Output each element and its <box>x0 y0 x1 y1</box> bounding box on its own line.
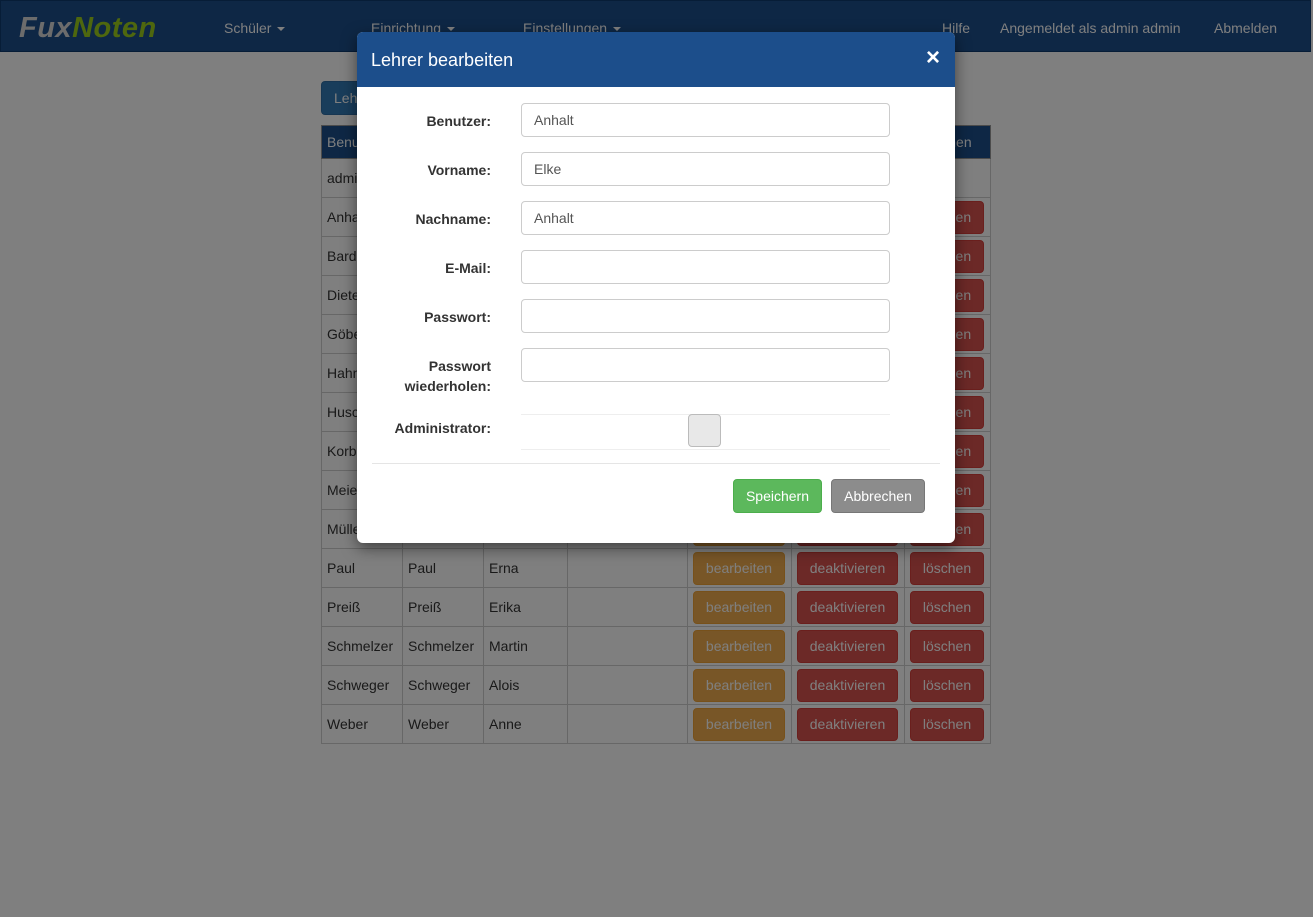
password-label: Passwort: <box>424 309 491 325</box>
edit-teacher-dialog: Lehrer bearbeiten × Benutzer: Vorname: N… <box>357 32 955 543</box>
save-button[interactable]: Speichern <box>733 479 822 513</box>
username-field[interactable] <box>521 103 890 137</box>
email-field[interactable] <box>521 250 890 284</box>
admin-toggle-knob[interactable] <box>688 414 721 447</box>
cancel-button[interactable]: Abbrechen <box>831 479 925 513</box>
admin-label: Administrator: <box>394 420 491 436</box>
firstname-label: Vorname: <box>427 162 491 178</box>
lastname-label: Nachname: <box>415 211 491 227</box>
email-label: E-Mail: <box>445 260 491 276</box>
password-field[interactable] <box>521 299 890 333</box>
modal-header: Lehrer bearbeiten × <box>357 32 955 87</box>
password-repeat-field[interactable] <box>521 348 890 382</box>
close-icon[interactable]: × <box>926 45 940 71</box>
username-label: Benutzer: <box>426 113 491 129</box>
password-repeat-label: Passwort wiederholen: <box>404 358 491 394</box>
modal-title: Lehrer bearbeiten <box>371 50 514 70</box>
modal-footer-divider <box>372 463 940 464</box>
lastname-field[interactable] <box>521 201 890 235</box>
firstname-field[interactable] <box>521 152 890 186</box>
